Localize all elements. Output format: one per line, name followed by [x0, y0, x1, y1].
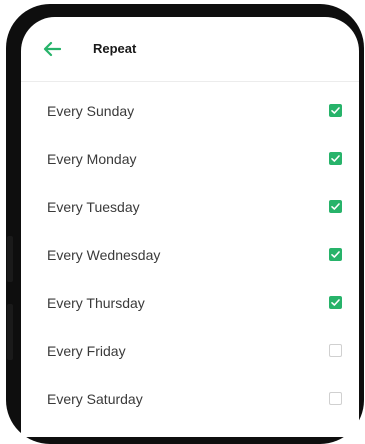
day-label: Every Saturday	[47, 391, 143, 407]
app-header: Repeat	[21, 17, 359, 82]
list-item[interactable]: Every Friday	[21, 328, 359, 376]
day-checkbox[interactable]	[329, 200, 342, 213]
day-checkbox[interactable]	[329, 344, 342, 357]
app-screen: Repeat Every Sunday Every Monday Every Tue…	[21, 17, 359, 437]
list-item[interactable]: Every Tuesday	[21, 184, 359, 232]
repeat-day-list: Every Sunday Every Monday Every Tuesday Eve…	[21, 88, 359, 424]
list-item[interactable]: Every Monday	[21, 136, 359, 184]
day-checkbox[interactable]	[329, 104, 342, 117]
list-item[interactable]: Every Sunday	[21, 88, 359, 136]
day-checkbox[interactable]	[329, 248, 342, 261]
list-item[interactable]: Every Thursday	[21, 280, 359, 328]
phone-frame: Repeat Every Sunday Every Monday Every Tue…	[6, 4, 364, 444]
day-label: Every Monday	[47, 151, 137, 167]
day-label: Every Wednesday	[47, 247, 161, 263]
day-label: Every Tuesday	[47, 199, 140, 215]
day-label: Every Friday	[47, 343, 126, 359]
day-label: Every Thursday	[47, 295, 145, 311]
day-checkbox[interactable]	[329, 296, 342, 309]
list-item[interactable]: Every Wednesday	[21, 232, 359, 280]
day-checkbox[interactable]	[329, 152, 342, 165]
day-checkbox[interactable]	[329, 392, 342, 405]
arrow-left-icon[interactable]	[43, 41, 62, 57]
list-item[interactable]: Every Saturday	[21, 376, 359, 424]
page-title: Repeat	[93, 41, 137, 56]
day-label: Every Sunday	[47, 103, 135, 119]
phone-side-button	[7, 304, 13, 360]
phone-side-button	[7, 236, 13, 282]
